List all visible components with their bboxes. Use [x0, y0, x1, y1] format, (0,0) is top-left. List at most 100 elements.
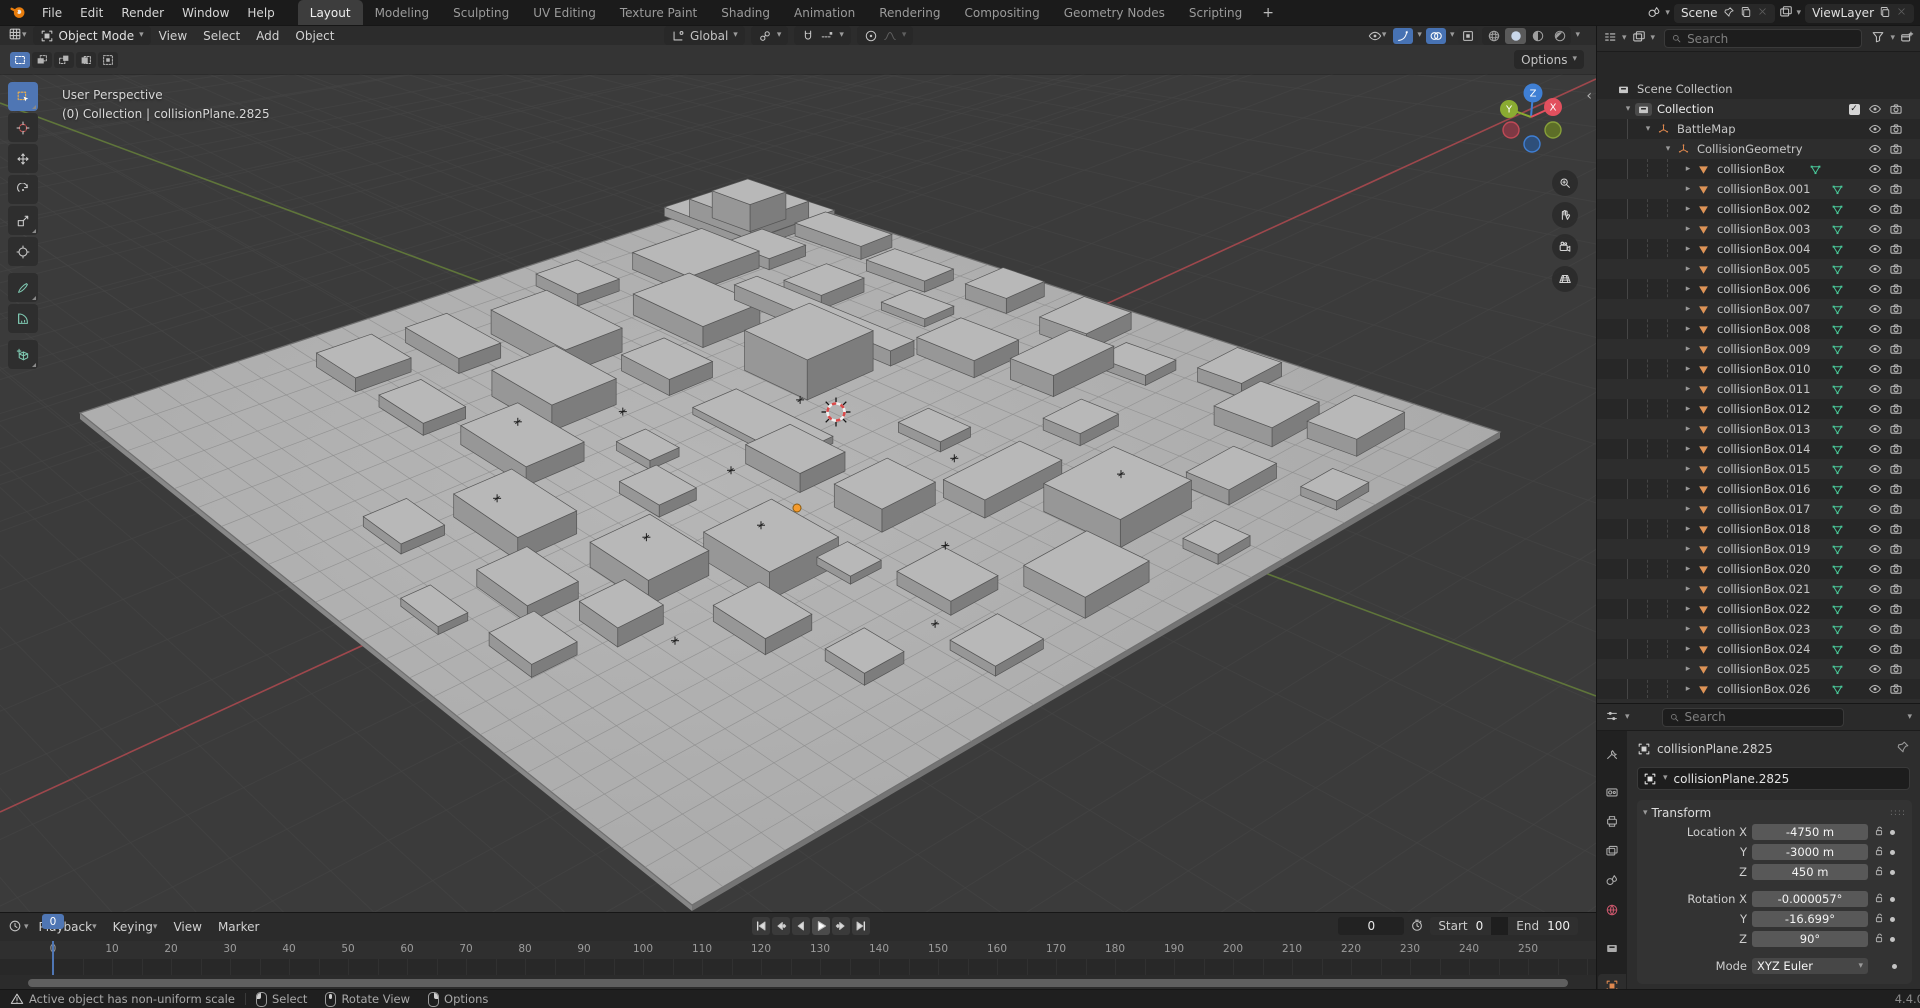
filter-type-icon[interactable] — [1632, 30, 1646, 47]
snap-controls[interactable]: ▾ — [794, 26, 851, 45]
workspace-tab-sculpting[interactable]: Sculpting — [441, 0, 521, 26]
tree-item-collisionbox-007[interactable]: ▸collisionBox.007 — [1597, 299, 1920, 319]
tree-expand-icon[interactable]: ▸ — [1681, 325, 1695, 334]
properties-display-chevron-icon[interactable]: ▾ — [1625, 713, 1630, 722]
hide-eye-toggle[interactable] — [1867, 421, 1883, 437]
scene-type-icon[interactable] — [1647, 5, 1661, 22]
scene-selector[interactable]: Scene — [1674, 4, 1775, 23]
tree-expand-icon[interactable]: ▸ — [1681, 685, 1695, 694]
tree-item-collisionbox-002[interactable]: ▸collisionBox.002 — [1597, 199, 1920, 219]
lock-icon[interactable] — [1873, 825, 1885, 840]
hide-eye-toggle[interactable] — [1867, 381, 1883, 397]
proportional-editing[interactable]: ▾ — [857, 26, 914, 45]
tree-item-collisionbox-010[interactable]: ▸collisionBox.010 — [1597, 359, 1920, 379]
transform-value-field[interactable]: -0.000057° — [1752, 891, 1868, 907]
hide-eye-toggle[interactable] — [1867, 521, 1883, 537]
disable-render-toggle[interactable] — [1888, 121, 1904, 137]
tree-expand-icon[interactable]: ▸ — [1681, 425, 1695, 434]
viewport-menu-view[interactable]: View — [151, 29, 195, 43]
tree-expand-icon[interactable]: ▸ — [1681, 565, 1695, 574]
disable-render-toggle[interactable] — [1888, 361, 1904, 377]
animate-dot[interactable] — [1890, 897, 1895, 902]
transform-value-field[interactable]: 90° — [1752, 931, 1868, 947]
tree-expand-icon[interactable]: ▸ — [1681, 285, 1695, 294]
tree-item-collisionbox-017[interactable]: ▸collisionBox.017 — [1597, 499, 1920, 519]
hide-eye-toggle[interactable] — [1867, 241, 1883, 257]
animate-dot[interactable] — [1890, 917, 1895, 922]
disable-render-toggle[interactable] — [1888, 681, 1904, 697]
hide-eye-toggle[interactable] — [1867, 461, 1883, 477]
pin-id-icon[interactable] — [1896, 740, 1910, 757]
show-overlays-toggle[interactable] — [1426, 28, 1446, 44]
hide-eye-toggle[interactable] — [1867, 441, 1883, 457]
tree-item-collisionbox-022[interactable]: ▸collisionBox.022 — [1597, 599, 1920, 619]
viewport-menu-add[interactable]: Add — [248, 29, 287, 43]
workspace-tab-modeling[interactable]: Modeling — [363, 0, 442, 26]
animate-dot[interactable] — [1890, 830, 1895, 835]
filter-chevron-icon[interactable]: ▾ — [1890, 34, 1895, 43]
workspace-tab-texture-paint[interactable]: Texture Paint — [608, 0, 709, 26]
navigation-gizmo[interactable]: ZYX — [1486, 70, 1576, 160]
disable-render-toggle[interactable] — [1888, 621, 1904, 637]
hide-eye-toggle[interactable] — [1867, 341, 1883, 357]
use-preview-range-icon[interactable] — [1410, 918, 1424, 935]
transform-orientation-dropdown[interactable]: Global ▾ — [664, 26, 745, 45]
animate-dot[interactable] — [1892, 964, 1897, 969]
properties-tab-output[interactable] — [1598, 809, 1626, 834]
disable-render-toggle[interactable] — [1888, 441, 1904, 457]
workspace-tab-rendering[interactable]: Rendering — [867, 0, 952, 26]
hide-eye-toggle[interactable] — [1867, 261, 1883, 277]
transform-value-field[interactable]: 450 m — [1752, 864, 1868, 880]
properties-tab-collection[interactable] — [1598, 935, 1626, 960]
lock-icon[interactable] — [1873, 932, 1885, 947]
hide-eye-toggle[interactable] — [1867, 541, 1883, 557]
tree-expand-icon[interactable]: ▸ — [1681, 305, 1695, 314]
jump-last-button[interactable] — [852, 917, 870, 935]
overlays-chevron-icon[interactable]: ▾ — [1450, 31, 1455, 40]
topbar-menu-window[interactable]: Window — [173, 6, 238, 20]
transform-value-field[interactable]: -3000 m — [1752, 844, 1868, 860]
disable-render-toggle[interactable] — [1888, 521, 1904, 537]
properties-tab-object[interactable] — [1598, 974, 1626, 989]
workspace-tab-animation[interactable]: Animation — [782, 0, 867, 26]
topbar-menu-render[interactable]: Render — [112, 6, 173, 20]
timeline-menu-keying[interactable]: Keying ▾ — [105, 920, 166, 934]
properties-search-input[interactable]: Search — [1662, 708, 1844, 727]
object-visibility-dropdown[interactable]: ▾ — [1365, 28, 1390, 44]
disable-render-toggle[interactable] — [1888, 101, 1904, 117]
hide-eye-toggle[interactable] — [1867, 481, 1883, 497]
tree-expand-icon[interactable]: ▸ — [1681, 485, 1695, 494]
new-scene-icon[interactable] — [1740, 6, 1752, 21]
zoom-button[interactable] — [1552, 170, 1578, 196]
tree-expand-icon[interactable]: ▸ — [1681, 505, 1695, 514]
tree-item-collisionbox-001[interactable]: ▸collisionBox.001 — [1597, 179, 1920, 199]
animate-dot[interactable] — [1890, 850, 1895, 855]
add-workspace-button[interactable]: + — [1254, 0, 1282, 26]
next-keyframe-button[interactable] — [832, 917, 850, 935]
tree-item-collisionbox-023[interactable]: ▸collisionBox.023 — [1597, 619, 1920, 639]
xray-toggle[interactable] — [1458, 28, 1478, 44]
gizmo-chevron-icon[interactable]: ▾ — [1417, 31, 1422, 40]
lock-icon[interactable] — [1873, 912, 1885, 927]
disable-render-toggle[interactable] — [1888, 301, 1904, 317]
disable-render-toggle[interactable] — [1888, 481, 1904, 497]
outliner-search-input[interactable]: Search — [1664, 29, 1862, 48]
disable-render-toggle[interactable] — [1888, 561, 1904, 577]
object-name-field[interactable]: ▾ collisionPlane.2825 — [1637, 767, 1910, 790]
select-mode-set[interactable] — [10, 52, 30, 68]
new-viewlayer-icon[interactable] — [1879, 6, 1891, 21]
tree-item-scene-collection[interactable]: Scene Collection — [1597, 79, 1920, 99]
shading-solid-button[interactable] — [1505, 28, 1526, 44]
tree-expand-icon[interactable]: ▸ — [1681, 385, 1695, 394]
editor-type-icon[interactable] — [8, 27, 22, 44]
tree-item-collisionbox-008[interactable]: ▸collisionBox.008 — [1597, 319, 1920, 339]
hide-eye-toggle[interactable] — [1867, 141, 1883, 157]
filter-type-chevron-icon[interactable]: ▾ — [1651, 34, 1656, 43]
timeline-menu-marker[interactable]: Marker — [210, 920, 267, 934]
hide-eye-toggle[interactable] — [1867, 601, 1883, 617]
properties-tab-scene[interactable] — [1598, 868, 1626, 893]
tree-expand-icon[interactable]: ▸ — [1681, 185, 1695, 194]
shading-rendered-button[interactable] — [1549, 28, 1570, 44]
tree-item-collisionbox-014[interactable]: ▸collisionBox.014 — [1597, 439, 1920, 459]
timeline-ruler[interactable]: 0102030405060708090100110120130140150160… — [0, 941, 1596, 959]
